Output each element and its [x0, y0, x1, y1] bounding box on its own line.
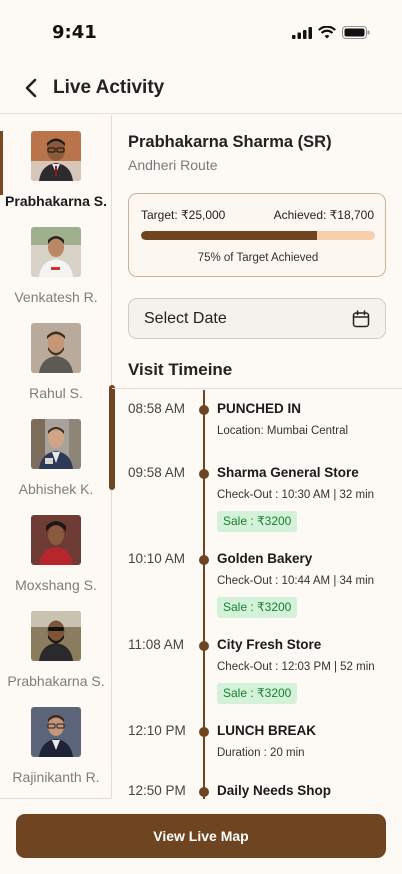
- timeline-dot: [199, 469, 209, 479]
- timeline-dot: [199, 555, 209, 565]
- target-progress-bar: [141, 231, 375, 240]
- sidebar-item-label: Rajinikanth R.: [12, 769, 100, 785]
- page-title: Live Activity: [53, 77, 165, 98]
- view-live-map-button[interactable]: View Live Map: [16, 814, 386, 858]
- status-icons: [292, 26, 370, 39]
- avatar: [31, 515, 81, 565]
- timeline-line: [203, 390, 205, 799]
- target-progress-fill: [141, 231, 317, 240]
- entry-detail: Location: Mumbai Central: [217, 425, 349, 437]
- entry-time: 10:10 AM: [128, 551, 186, 566]
- sidebar-item-salesperson[interactable]: Moxshang S.: [0, 515, 111, 611]
- status-bar: 9:41: [0, 0, 402, 62]
- route-name: Andheri Route: [128, 157, 218, 173]
- sidebar-item-label: Abhishek K.: [18, 481, 94, 497]
- sale-badge: Sale : ₹3200: [217, 683, 298, 704]
- select-date-field[interactable]: Select Date: [128, 298, 386, 339]
- calendar-icon[interactable]: [352, 310, 370, 328]
- sidebar-item-label: Prabhakarna S.: [5, 193, 107, 209]
- entry-title: Daily Needs Shop: [217, 783, 332, 798]
- salesperson-sidebar: Prabhakarna S. Venkatesh R. Rahul S. Abh…: [0, 115, 112, 799]
- sidebar-item-salesperson[interactable]: Prabhakarna S.: [0, 611, 111, 707]
- sidebar-item-salesperson[interactable]: Prabhakarna S.: [0, 131, 111, 227]
- timeline-dot: [199, 727, 209, 737]
- target-progress-caption: 75% of Target Achieved: [197, 252, 319, 264]
- avatar: [31, 131, 81, 181]
- salesperson-name: Prabhakarna Sharma (SR): [128, 133, 332, 151]
- entry-detail: Check-Out : 12:03 PM | 52 min: [217, 661, 375, 673]
- sale-badge: Sale : ₹3200: [217, 511, 298, 532]
- timeline-dot: [199, 641, 209, 651]
- timeline-dot: [199, 787, 209, 797]
- timeline-dot: [199, 405, 209, 415]
- avatar: [31, 707, 81, 757]
- battery-icon: [342, 26, 370, 39]
- avatar: [31, 323, 81, 373]
- entry-time: 08:58 AM: [128, 401, 186, 416]
- sidebar-item-label: Rahul S.: [29, 385, 83, 401]
- sidebar-item-label: Prabhakarna S.: [7, 673, 105, 689]
- back-arrow-icon[interactable]: [20, 76, 44, 100]
- footer: View Live Map: [0, 799, 402, 874]
- sidebar-item-salesperson[interactable]: Venkatesh R.: [0, 227, 111, 323]
- entry-title: Golden Bakery: [217, 551, 313, 566]
- entry-time: 11:08 AM: [128, 637, 185, 652]
- sidebar-item-salesperson[interactable]: Abhishek K.: [0, 419, 111, 515]
- sidebar-item-salesperson[interactable]: Rahul S.: [0, 323, 111, 419]
- activity-panel: Prabhakarna Sharma (SR) Andheri Route Ta…: [112, 115, 402, 799]
- cellular-signal-icon: [292, 26, 312, 39]
- wifi-icon: [318, 26, 336, 39]
- visit-timeline-title: Visit Timeine: [128, 360, 233, 379]
- avatar: [31, 611, 81, 661]
- avatar: [31, 227, 81, 277]
- entry-detail: Duration : 20 min: [217, 747, 305, 759]
- entry-title: Sharma General Store: [217, 465, 359, 480]
- entry-title: City Fresh Store: [217, 637, 322, 652]
- entry-time: 12:50 PM: [128, 783, 186, 798]
- status-time: 9:41: [52, 22, 97, 43]
- entry-detail: Check-Out : 10:44 AM | 34 min: [217, 575, 375, 587]
- target-amount: Target: ₹25,000: [141, 208, 226, 222]
- entry-time: 12:10 PM: [128, 723, 186, 738]
- entry-detail: Check-Out : 10:30 AM | 32 min: [217, 489, 375, 501]
- entry-time: 09:58 AM: [128, 465, 186, 480]
- avatar: [31, 419, 81, 469]
- select-date-label: Select Date: [144, 310, 227, 327]
- app-header: Live Activity: [0, 62, 402, 114]
- entry-title: PUNCHED IN: [217, 401, 302, 416]
- sidebar-item-label: Venkatesh R.: [14, 289, 98, 305]
- entry-title: LUNCH BREAK: [217, 723, 316, 738]
- sidebar-item-label: Moxshang S.: [15, 577, 97, 593]
- divider: [112, 388, 402, 389]
- sidebar-item-salesperson[interactable]: Rajinikanth R.: [0, 707, 111, 798]
- achieved-amount: Achieved: ₹18,700: [273, 208, 374, 222]
- sale-badge: Sale : ₹3200: [217, 597, 298, 618]
- target-card: Target: ₹25,000 Achieved: ₹18,700 75% of…: [128, 193, 386, 277]
